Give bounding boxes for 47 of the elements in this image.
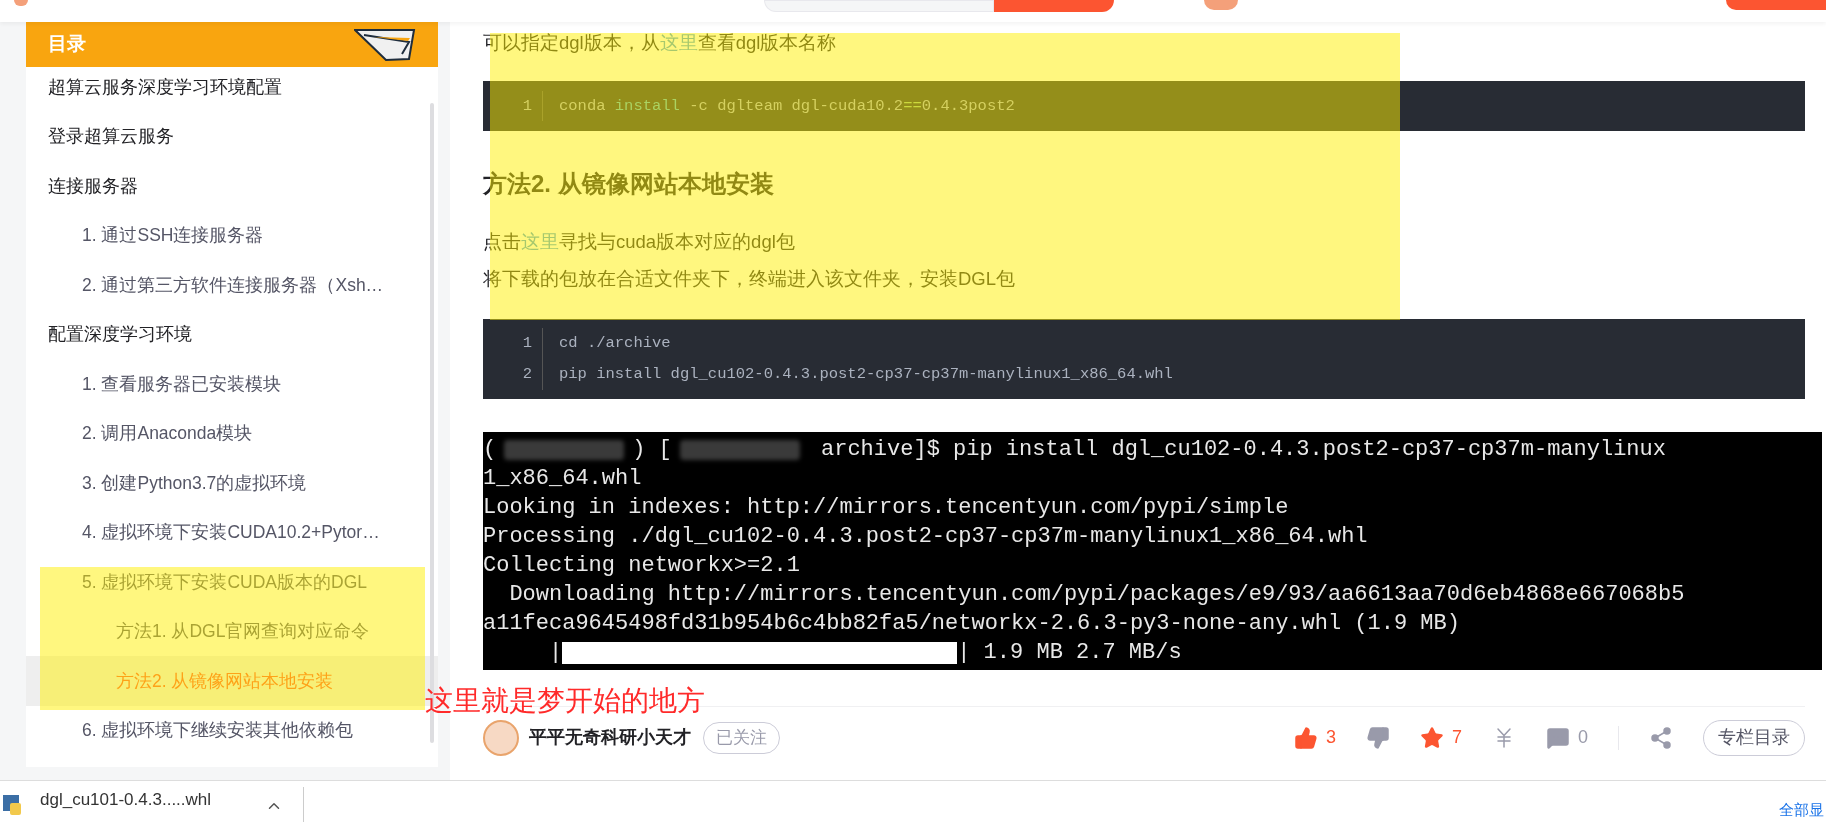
- author-name[interactable]: 平平无奇科研小天才: [529, 724, 691, 751]
- toc-item[interactable]: 1. 通过SSH连接服务器: [26, 210, 438, 260]
- download-file-name[interactable]: dgl_cu101-0.4.3.....whl: [40, 787, 212, 813]
- terminal-text: | 1.9 MB 2.7 MB/s: [957, 639, 1182, 667]
- action-count: 7: [1451, 726, 1462, 749]
- code-line: conda install -c dglteam dgl-cuda10.2==0.4.3post2: [558, 96, 1015, 117]
- terminal-text: archive]$ pip install dgl_cu102-0.4.3.post2-cp37-cp37m-manylinux: [820, 436, 1666, 464]
- toc-item[interactable]: 超算云服务深度学习环境配置: [26, 62, 438, 112]
- show-all-link[interactable]: 全部显: [1779, 799, 1824, 822]
- terminal-text: Processing ./dgl_cu102-0.4.3.post2-cp37-cp37m-manylinux1_x86_64.whl: [483, 523, 1368, 551]
- toc-item[interactable]: 4. 虚拟环境下安装CUDA10.2+Pytor…: [26, 507, 438, 557]
- terminal-text: 1_x86_64.whl: [483, 465, 642, 493]
- publish-button[interactable]: [1726, 0, 1826, 10]
- terminal-text: |: [548, 639, 563, 667]
- toc-item[interactable]: 1. 查看服务器已安装模块: [26, 359, 438, 409]
- search-button[interactable]: [994, 0, 1114, 12]
- line-number: 1: [483, 328, 543, 359]
- share-icon[interactable]: [1649, 725, 1673, 750]
- terminal-text: Downloading http://mirrors.tencentyun.com/pypi/packages/e9/93/aa6613aa70d6eb4868e667068b5: [508, 581, 1685, 609]
- code-line: cd ./archive: [558, 333, 671, 354]
- action-count: 3: [1325, 726, 1336, 749]
- line-number: 1: [483, 91, 543, 121]
- python-file-icon: [3, 795, 21, 815]
- terminal-text: ) [: [632, 436, 672, 464]
- terminal-text: (: [483, 436, 497, 464]
- like-icon[interactable]: [1293, 725, 1318, 750]
- toc-item[interactable]: 连接服务器: [26, 161, 438, 211]
- toc-item[interactable]: 2. 调用Anaconda模块: [26, 408, 438, 458]
- toc-item[interactable]: 登录超算云服务: [26, 111, 438, 161]
- toc-item[interactable]: 2. 通过第三方软件连接服务器（Xsh…: [26, 260, 438, 310]
- action-count: 0: [1578, 726, 1588, 749]
- favorite-icon[interactable]: [1419, 725, 1444, 750]
- comment-icon[interactable]: [1546, 725, 1570, 750]
- toc-title: 目录: [48, 32, 86, 57]
- line-number: 2: [483, 359, 543, 390]
- search-field[interactable]: [764, 0, 994, 12]
- author-avatar[interactable]: [483, 719, 519, 756]
- dislike-icon[interactable]: [1365, 725, 1390, 750]
- logo-icon: [14, 0, 28, 6]
- toc-item[interactable]: 3. 创建Python3.7的虚拟环境: [26, 458, 438, 508]
- code-line: pip install dgl_cu102-0.4.3.post2-cp37-cp37m-manylinux1_x86_64.whl: [558, 364, 1173, 385]
- user-avatar[interactable]: [1204, 0, 1238, 10]
- terminal-text: Collecting networkx>=2.1: [483, 552, 800, 580]
- toc-item[interactable]: 配置深度学习环境: [26, 309, 438, 359]
- paper-plane-icon: [354, 28, 416, 61]
- terminal-text: a11feca9645498fd31b954b6c4bb82fa5/networkx-2.6.3-py3-none-any.whl (1.9 MB): [483, 610, 1460, 638]
- terminal-text: Looking in indexes: http://mirrors.tencentyun.com/pypi/simple: [483, 494, 1289, 522]
